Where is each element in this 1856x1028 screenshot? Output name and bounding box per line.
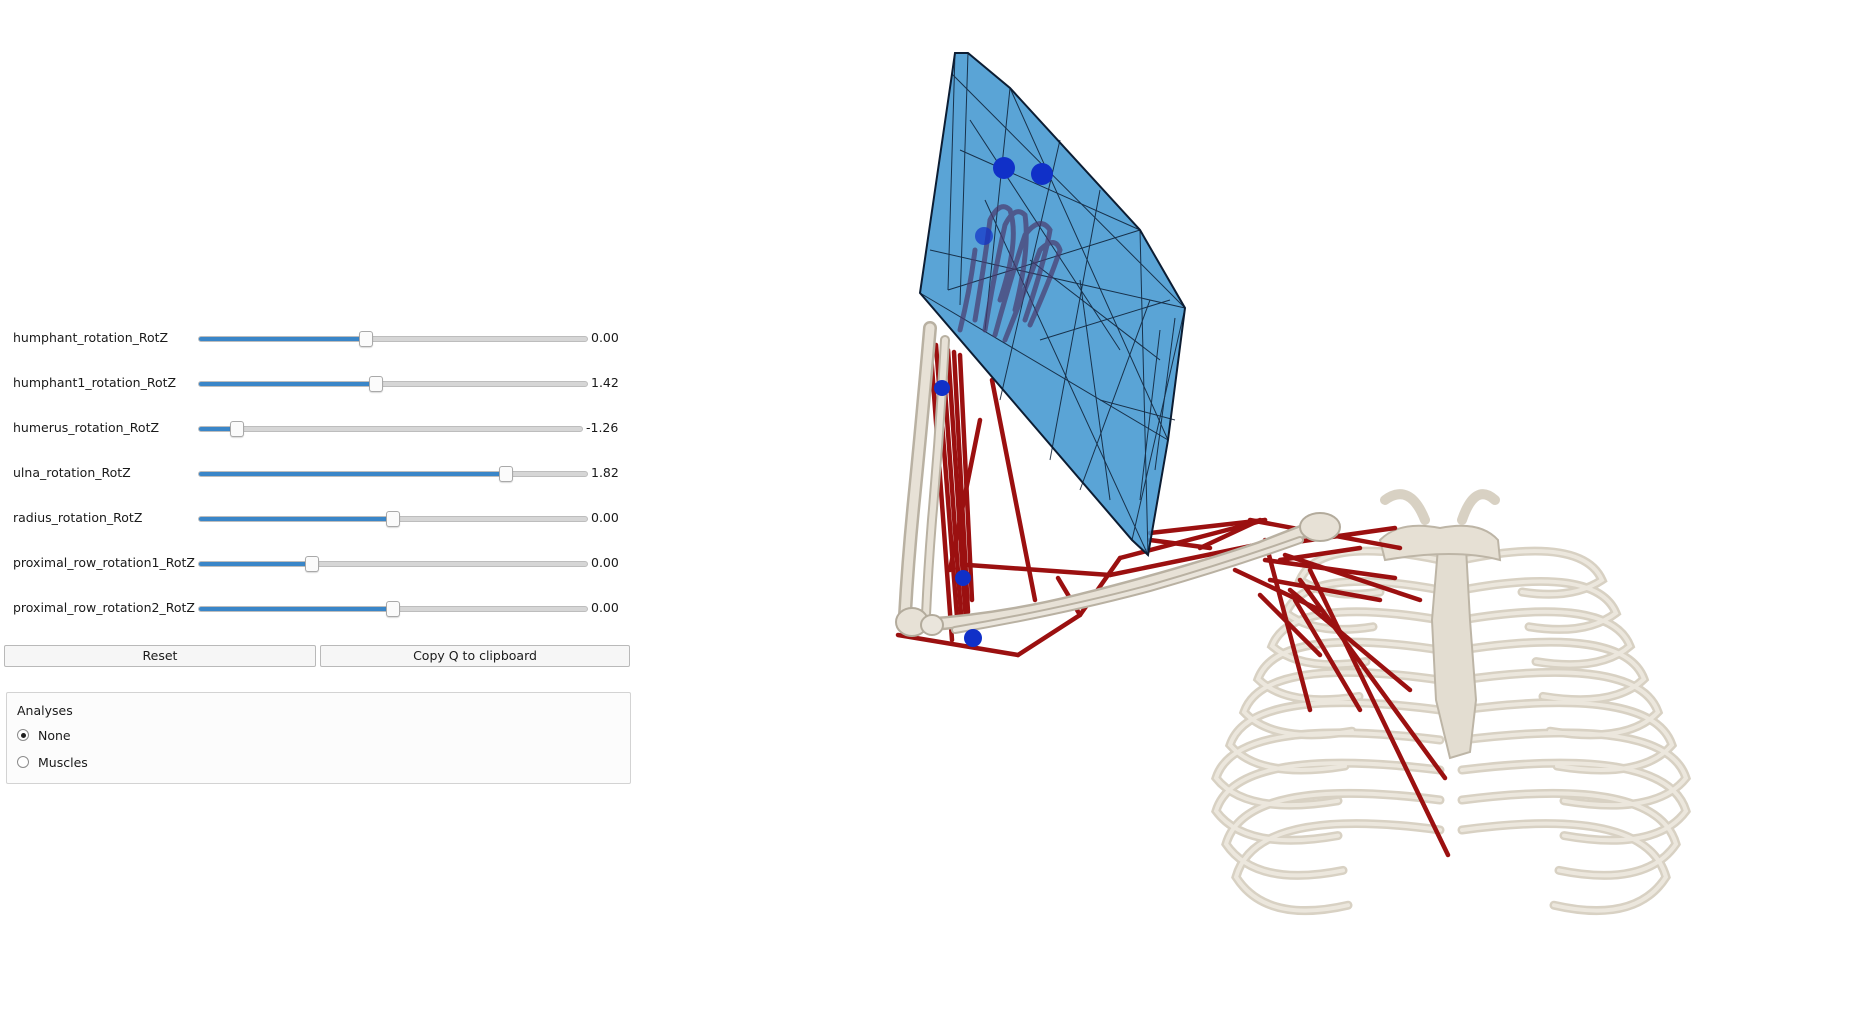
- slider-track[interactable]: [198, 466, 588, 482]
- slider-label: ulna_rotation_RotZ: [13, 465, 131, 480]
- slider-value: 0.00: [591, 510, 619, 525]
- slider-track[interactable]: [198, 601, 588, 617]
- model-view-svg: [895, 52, 1692, 915]
- slider-label: humphant1_rotation_RotZ: [13, 375, 177, 390]
- slider-value: 0.00: [591, 600, 619, 615]
- slider-row: ulna_rotation_RotZ 1.82: [13, 462, 623, 484]
- analyses-title: Analyses: [17, 703, 73, 718]
- slider-value: -1.26: [586, 420, 619, 435]
- slider-row: proximal_row_rotation1_RotZ 0.00: [13, 552, 623, 574]
- clavicle-region: [1378, 524, 1502, 562]
- slider-fill: [199, 517, 393, 521]
- slider-row: humerus_rotation_RotZ -1.26: [13, 417, 623, 439]
- radio-none-label: None: [38, 728, 71, 743]
- slider-handle[interactable]: [230, 421, 245, 437]
- slider-handle[interactable]: [498, 466, 513, 482]
- reset-button[interactable]: Reset: [4, 645, 316, 667]
- 3d-viewport[interactable]: [640, 0, 1856, 1024]
- slider-fill: [199, 337, 366, 341]
- slider-handle[interactable]: [368, 376, 383, 392]
- slider-fill: [199, 472, 506, 476]
- slider-row: humphant_rotation_RotZ 0.00: [13, 327, 623, 349]
- slider-handle[interactable]: [386, 601, 400, 617]
- slider-label: proximal_row_rotation1_RotZ: [13, 555, 195, 570]
- slider-fill: [199, 382, 376, 386]
- radio-none-indicator[interactable]: [17, 729, 29, 741]
- slider-track[interactable]: [198, 421, 583, 437]
- control-panel: humphant_rotation_RotZ 0.00 humphant1_rota…: [0, 0, 640, 1024]
- slider-row: proximal_row_rotation2_RotZ 0.00: [13, 597, 623, 619]
- slider-fill: [199, 607, 393, 611]
- sternum: [1430, 547, 1478, 760]
- slider-value: 0.00: [591, 555, 619, 570]
- muscle-lines: [895, 337, 1451, 858]
- slider-track[interactable]: [198, 331, 588, 347]
- slider-label: proximal_row_rotation2_RotZ: [13, 600, 195, 615]
- slider-handle[interactable]: [386, 511, 400, 527]
- slider-track[interactable]: [198, 376, 588, 392]
- slider-value: 0.00: [591, 330, 619, 345]
- analyses-group: Analyses None Muscles: [6, 692, 631, 784]
- slider-row: humphant1_rotation_RotZ 1.42: [13, 372, 623, 394]
- slider-track[interactable]: [198, 556, 588, 572]
- slider-track[interactable]: [198, 511, 588, 527]
- slider-fill: [199, 562, 312, 566]
- slider-value: 1.42: [591, 375, 619, 390]
- slider-value: 1.82: [591, 465, 619, 480]
- radio-muscles-indicator[interactable]: [17, 756, 29, 768]
- copy-q-button[interactable]: Copy Q to clipboard: [320, 645, 630, 667]
- slider-handle[interactable]: [304, 556, 319, 572]
- slider-label: humerus_rotation_RotZ: [13, 420, 160, 435]
- slider-label: humphant_rotation_RotZ: [13, 330, 169, 345]
- slider-label: radius_rotation_RotZ: [13, 510, 143, 525]
- radio-muscles-label: Muscles: [38, 755, 88, 770]
- slider-row: radius_rotation_RotZ 0.00: [13, 507, 623, 529]
- slider-handle[interactable]: [358, 331, 373, 347]
